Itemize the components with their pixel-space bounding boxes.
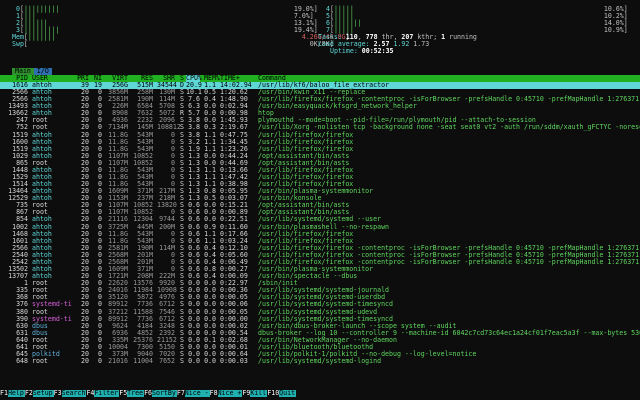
function-key-f3[interactable]: F3Search [53,389,87,397]
function-key-code: F10 [267,389,280,397]
function-key-label: Quit [279,389,297,397]
process-command: /usr/lib/systemd/systemd-logind [258,357,382,366]
uptime-label: Uptime: [330,47,362,55]
process-cpu: 0.0 [188,357,200,366]
function-key-label: Tree [127,389,145,397]
process-virt: 21016 [108,357,128,366]
process-row[interactable]: 648 root 20 0 21016 11004 7652 S 0.0 0.0 0:00.03/u… [0,358,640,365]
process-nice: 0 [98,357,102,366]
function-key-code: F3 [53,389,62,397]
function-key-label: Filter [94,389,120,397]
function-key-label: Setup [32,389,54,397]
function-key-label: Nice + [217,389,243,397]
uptime-value: 00:52:35 [361,47,394,55]
function-key-code: F1 [0,389,8,397]
function-key-f7[interactable]: F7Nice - [176,389,210,397]
meter-bracket: ] [623,26,628,34]
function-key-f6[interactable]: F6SortBy [144,389,177,397]
cpu-meter-value: 10.9% [603,26,624,34]
uptime-meter: Uptime: 00:52:35 [330,48,394,55]
function-key-label: Help [7,389,25,397]
swap-label: Swp [12,40,24,48]
function-key-code: F7 [176,389,185,397]
function-key-label: Search [61,389,87,397]
process-row[interactable]: 13493 ahtoh 20 0 226M 6584 5708 S 6.3 0.0 0:02.94/… [0,103,640,110]
meter-bracket: ] [313,5,318,13]
process-user: root [32,357,48,366]
process-state: S [180,357,184,366]
process-priority: 20 [81,357,89,366]
load-15min: 1.73 [413,40,430,48]
process-shr: 7652 [159,357,175,366]
swap-meter: Swp[ 0K/8K] [12,41,334,48]
process-list[interactable]: 1616 ahtoh 39 19 256G 515M 34544 D 20.9 1.1 14:02.… [0,82,640,365]
function-key-code: F9 [242,389,251,397]
process-res: 11004 [133,357,153,366]
process-pid: 648 [16,357,28,366]
function-key-label: Kill [250,389,268,397]
function-key-f2[interactable]: F2Setup [24,389,54,397]
function-key-code: F6 [144,389,153,397]
process-mem: 0.0 [204,357,216,366]
function-key-label: SortBy [152,389,177,397]
function-key-f9[interactable]: F9Kill [242,389,268,397]
process-time: 0:00.03 [220,357,248,366]
function-key-code: F8 [209,389,218,397]
meters-panel: 0[||||||||| 19.0%] 1[||| 7.0%] 2[|||||| [12,6,628,58]
running-label: running [445,33,477,41]
load-5min: 1.92 [393,40,414,48]
function-key-code: F4 [86,389,95,397]
htop-terminal: 0[||||||||| 19.0%] 1[||| 7.0%] 2[|||||| [0,0,640,400]
function-key-code: F2 [24,389,33,397]
process-command: /usr/bin/easyquack/kfsgrd_network_helper [258,102,417,111]
function-key-bar: F1HelpF2SetupF3SearchF4FilterF5TreeF6Sor… [0,390,640,398]
function-key-f1[interactable]: F1Help [0,389,25,397]
function-key-f5[interactable]: F5Tree [119,389,145,397]
function-key-f4[interactable]: F4Filter [86,389,120,397]
process-row[interactable]: 13707 ahtoh 20 0 1721M 208M 222M S 0.6 0.4 0:00.09… [0,273,640,280]
function-key-code: F5 [119,389,128,397]
meter-padding [28,40,310,48]
function-key-label: Nice - [184,389,210,397]
function-key-f8[interactable]: F8Nice + [209,389,243,397]
function-key-f10[interactable]: F10Quit [267,389,297,397]
